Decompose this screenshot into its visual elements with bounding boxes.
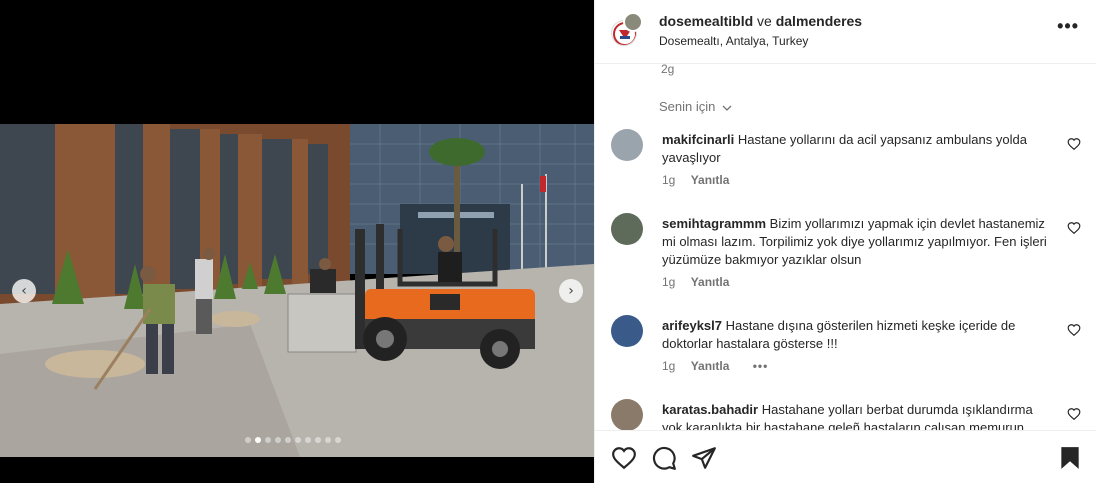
heart-icon[interactable] [1067, 323, 1081, 337]
carousel-dot [285, 437, 291, 443]
carousel-dot [275, 437, 281, 443]
carousel-dot [295, 437, 301, 443]
post-time: 2g [661, 64, 675, 76]
and-connector: ve [757, 13, 772, 29]
heart-icon[interactable] [1067, 137, 1081, 151]
comment-username[interactable]: makifcinarli [662, 132, 734, 147]
comment-meta: 1g Yanıtla [662, 275, 729, 289]
comment-meta: 1g Yanıtla [662, 173, 729, 187]
comment-body: karatas.bahadir Hastahane yolları berbat… [662, 401, 1048, 430]
sort-label: Senin için [659, 99, 716, 114]
post-details-panel: dosemealtibld ve dalmenderes Dosemealtı,… [594, 0, 1096, 483]
reply-button[interactable]: Yanıtla [691, 275, 730, 289]
carousel-dot [255, 437, 261, 443]
post-location[interactable]: Dosemealtı, Antalya, Turkey [659, 34, 808, 48]
commenter-avatar[interactable] [611, 399, 643, 430]
heart-icon[interactable] [1067, 407, 1081, 421]
comment-time: 1g [662, 173, 676, 187]
more-options-button[interactable]: ••• [1057, 16, 1079, 37]
carousel-dot [315, 437, 321, 443]
commenter-avatar[interactable] [611, 315, 643, 347]
comment-body: makifcinarli Hastane yollarını da acil y… [662, 131, 1048, 167]
reply-button[interactable]: Yanıtla [691, 173, 730, 187]
account-name-primary[interactable]: dosemealtibld [659, 13, 753, 29]
reply-button[interactable]: Yanıtla [691, 359, 730, 373]
comment-username[interactable]: arifeyksl7 [662, 318, 722, 333]
comment-meta: 1g Yanıtla ••• [662, 359, 768, 373]
chevron-down-icon [722, 105, 732, 111]
commenter-avatar[interactable] [611, 213, 643, 245]
collaborator-avatar[interactable] [623, 12, 643, 32]
comment-body: semihtagrammm Bizim yollarımızı yapmak i… [662, 215, 1048, 269]
comment-username[interactable]: karatas.bahadir [662, 402, 758, 417]
post-header: dosemealtibld ve dalmenderes Dosemealtı,… [595, 0, 1096, 64]
commenter-avatar[interactable] [611, 129, 643, 161]
post-authors: dosemealtibld ve dalmenderes [659, 13, 862, 29]
comment-icon[interactable] [651, 445, 677, 471]
send-icon[interactable] [691, 445, 717, 471]
next-slide-button[interactable]: › [559, 279, 583, 303]
post-actions-bar [595, 430, 1096, 483]
carousel-indicator [245, 437, 341, 443]
carousel-dot [325, 437, 331, 443]
post-photo[interactable] [0, 124, 594, 457]
heart-icon[interactable] [611, 445, 637, 471]
comment-sort-dropdown[interactable]: Senin için [659, 99, 732, 114]
account-name-collab[interactable]: dalmenderes [776, 13, 862, 29]
bookmark-icon[interactable] [1057, 445, 1083, 471]
comment-time: 1g [662, 275, 676, 289]
comments-list[interactable]: 2g Senin için makifcinarli Hastane yolla… [595, 64, 1096, 430]
carousel-dot [335, 437, 341, 443]
post-media: ‹ › [0, 0, 594, 483]
heart-icon[interactable] [1067, 221, 1081, 235]
comment-username[interactable]: semihtagrammm [662, 216, 766, 231]
comment-body: arifeyksl7 Hastane dışına gösterilen hiz… [662, 317, 1048, 353]
comment-time: 1g [662, 359, 676, 373]
photo-scene [0, 124, 594, 457]
carousel-dot [265, 437, 271, 443]
previous-slide-button[interactable]: ‹ [12, 279, 36, 303]
comment-options-button[interactable]: ••• [753, 359, 769, 373]
carousel-dot [305, 437, 311, 443]
carousel-dot [245, 437, 251, 443]
